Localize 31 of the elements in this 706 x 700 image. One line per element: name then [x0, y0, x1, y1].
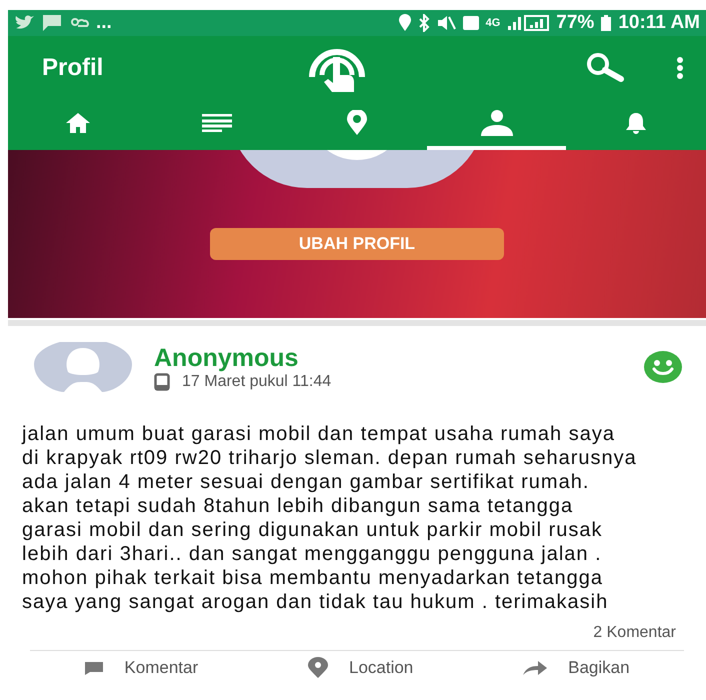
comment-icon — [84, 661, 104, 675]
post-text: jalan umum buat garasi mobil dan tempat usaha rumah saya di krapyak rt09 rw20 triharjo sleman. depan rumah seharusnya ada jalan 4 meter sesuai dengan gambar sertifikat rumah. akan tetapi sudah 8tahun lebih dibangun sama tetangga garasi mobil dan sering digunakan untuk parkir mobil rusak lebih dari 3hari.. dan sangat mengganggu pengguna jalan . mohon pihak terkait bisa membantu menyadarkan tetangga saya yang sangat arogan dan tidak tau hukum . terimakasih — [22, 422, 637, 614]
clock: 10:11 AM — [618, 12, 700, 34]
post-time: 17 Maret pukul 11:44 — [182, 372, 332, 390]
bluetooth-icon — [418, 14, 430, 32]
share-icon — [522, 660, 548, 676]
page-title: Profil — [42, 54, 104, 82]
signal-icon — [506, 14, 550, 32]
overflow-indicator: ... — [96, 12, 112, 34]
person-icon — [478, 110, 515, 136]
location-icon — [398, 14, 412, 32]
battery-icon — [600, 14, 612, 32]
bell-icon — [624, 111, 648, 135]
more-menu-icon[interactable] — [676, 56, 684, 80]
action-button[interactable]: Komentar — [84, 657, 198, 679]
network-type: 4G — [486, 17, 500, 29]
search-icon[interactable] — [584, 52, 626, 84]
device-icon — [154, 372, 170, 390]
mute-icon — [436, 14, 456, 32]
avatar-icon — [34, 342, 132, 392]
comment-count[interactable]: 2 Komentar — [593, 624, 676, 642]
author-name: Anonymous — [154, 344, 300, 372]
home-icon — [64, 112, 91, 134]
list-icon — [202, 114, 232, 132]
action-button[interactable]: Bagikan — [522, 657, 630, 679]
location-icon — [346, 110, 368, 136]
battery-percentage: 77% — [556, 12, 594, 34]
location-icon — [306, 657, 329, 679]
smiley-icon[interactable] — [644, 351, 682, 383]
action-button[interactable]: Location — [306, 657, 414, 679]
chat-icon — [42, 14, 62, 32]
